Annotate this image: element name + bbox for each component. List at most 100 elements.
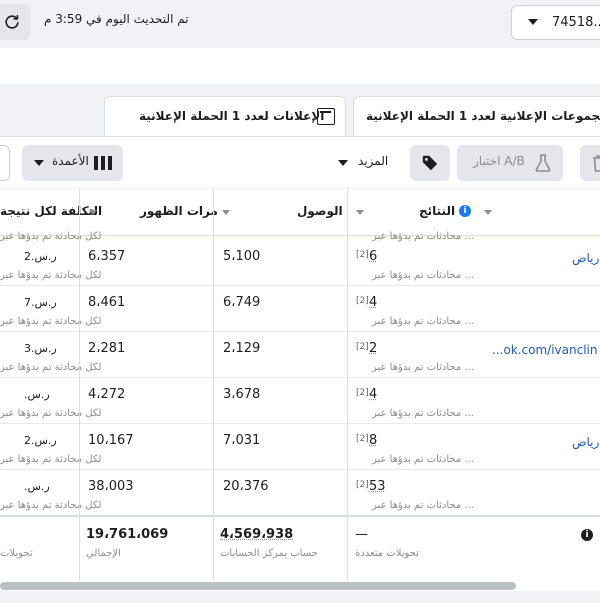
reach-value: 2،129 <box>223 341 261 356</box>
info-icon[interactable]: i <box>459 205 471 217</box>
trash-icon <box>593 155 600 172</box>
reach-value: 5،100 <box>223 249 261 264</box>
reach-total[interactable]: 4،569،938 <box>220 527 293 542</box>
table-header: التكلفة لكل نتيجة مرات الظهور الوصول الن… <box>0 189 600 236</box>
column-header-impressions[interactable]: مرات الظهور <box>140 204 218 218</box>
column-header-cost[interactable]: التكلفة لكل نتيجة <box>0 204 102 218</box>
cost-subtext: لكل محادثة تم بدؤها عبر <box>0 316 102 327</box>
top-bar: تم التحديث اليوم في 3:59 م 74518... <box>0 0 600 44</box>
cost-value: ر.س.‏ <box>24 480 50 493</box>
flask-icon <box>535 154 551 172</box>
cost-value: ر.س.‏ <box>24 388 50 401</box>
table-footer-totals: تحويلات 19،761،069 الإجمالي 4،569،938 حس… <box>0 515 600 579</box>
column-header-reach[interactable]: الوصول <box>297 204 343 218</box>
ad-icon <box>317 108 335 125</box>
impressions-value: 4،272 <box>88 387 126 402</box>
delete-button[interactable] <box>580 145 600 181</box>
columns-label: الأعمدة <box>52 154 89 168</box>
impressions-value: 8،461 <box>88 295 126 310</box>
tab-ad-sets[interactable]: المجموعات الإعلانية لعدد 1 الحملة الإعلا… <box>353 96 600 136</box>
sort-caret-icon[interactable] <box>356 210 364 215</box>
cost-value: ر.س.‏2 <box>24 434 57 447</box>
cost-value: ر.س.‏2 <box>24 250 57 263</box>
results-subtext: محادثات تم بدؤها عبر ... <box>372 316 474 327</box>
cost-subtext: لكل محادثة تم بدؤها عبر <box>0 454 102 465</box>
reach-value: 6،749 <box>223 295 261 310</box>
reach-total-subtext: حساب بمركز الحسابات <box>220 548 318 559</box>
chevron-down-icon <box>528 19 538 25</box>
table-row[interactable]: رياض" [2] 6 محادثات تم بدؤها عبر ... 5،1… <box>0 240 600 286</box>
results-value[interactable]: 53 <box>369 479 386 494</box>
impressions-total: 19،761،069 <box>86 527 169 542</box>
cost-total-subtext: تحويلات <box>0 548 33 559</box>
cost-subtext: لكل محادثة تم بدؤها عبر <box>0 408 102 419</box>
ad-link[interactable]: ...ok.com/ivanclin <box>492 343 598 357</box>
results-value[interactable]: 2 <box>369 341 377 356</box>
table-row[interactable]: [2] 53 محادثات تم بدؤها عبر ... 20،376 3… <box>0 470 600 516</box>
table-row[interactable]: [2] 4 محادثات تم بدؤها عبر ... 6،749 8،4… <box>0 286 600 332</box>
ad-link[interactable]: رياض" <box>572 251 600 265</box>
ads-manager-page: تم التحديث اليوم في 3:59 م 74518... الإع… <box>0 0 600 603</box>
results-subtext: محادثات تم بدؤها عبر ... <box>372 270 474 281</box>
ab-test-button[interactable]: اختبار A/B <box>457 145 563 181</box>
tab-ad-sets-label: المجموعات الإعلانية لعدد 1 الحملة الإعلا… <box>366 109 600 123</box>
more-label: المزيد <box>358 154 389 168</box>
table-row[interactable]: [2] 4 محادثات تم بدؤها عبر ... 3،678 4،2… <box>0 378 600 424</box>
impressions-total-subtext: الإجمالي <box>86 548 121 559</box>
table-toolbar: الأعمدة المزيد اختبار A/B <box>0 136 600 188</box>
results-value[interactable]: 6 <box>369 249 377 264</box>
edge-button[interactable] <box>0 145 10 181</box>
refresh-button[interactable] <box>0 4 30 40</box>
footnote-marker: [2] <box>356 296 369 306</box>
results-value[interactable]: 4 <box>369 295 377 310</box>
columns-button[interactable]: الأعمدة <box>22 145 123 181</box>
footnote-marker: [2] <box>356 388 369 398</box>
cost-subtext: لكل محادثة تم بدؤها عبر <box>0 270 102 281</box>
sort-caret-icon[interactable] <box>484 210 492 215</box>
columns-icon <box>94 156 112 170</box>
tab-ads[interactable]: الإعلانات لعدد 1 الحملة الإعلانية <box>104 96 346 136</box>
results-total: — <box>355 527 368 542</box>
chevron-down-icon <box>338 160 348 166</box>
ad-account-value: 74518... <box>552 15 600 30</box>
cost-value: ر.س.‏7 <box>24 296 57 309</box>
filter-bar <box>0 48 600 84</box>
results-value[interactable]: 4 <box>369 387 377 402</box>
ad-account-select[interactable]: 74518... <box>511 5 600 40</box>
last-updated-text: تم التحديث اليوم في 3:59 م <box>44 12 189 26</box>
cost-value: ر.س.‏3 <box>24 342 57 355</box>
table-row[interactable]: رياض" [2] 8 محادثات تم بدؤها عبر ... 7،0… <box>0 424 600 470</box>
sort-caret-icon[interactable] <box>222 210 230 215</box>
results-subtext: محادثات تم بدؤها عبر ... <box>372 408 474 419</box>
impressions-value: 38،003 <box>88 479 134 494</box>
refresh-icon <box>5 14 19 29</box>
more-dropdown[interactable]: المزيد <box>334 145 394 181</box>
results-subtext: محادثات تم بدؤها عبر ... <box>372 362 474 373</box>
footnote-marker: [2] <box>356 342 369 352</box>
horizontal-scrollbar-thumb[interactable] <box>0 582 516 590</box>
ad-link[interactable]: رياض" <box>572 435 600 449</box>
column-divider <box>347 517 348 579</box>
cost-subtext: لكل محادثة تم بدؤها عبر <box>0 500 102 511</box>
ab-test-label: اختبار A/B <box>473 154 525 168</box>
bottom-band <box>0 591 600 603</box>
results-total-subtext: تحويلات متعددة <box>355 548 419 559</box>
reach-value: 20،376 <box>223 479 269 494</box>
reach-value: 7،031 <box>223 433 261 448</box>
chevron-down-icon <box>34 160 44 166</box>
column-header-results[interactable]: النتائج <box>419 204 455 218</box>
impressions-value: 10،167 <box>88 433 134 448</box>
info-icon[interactable]: i <box>581 529 593 541</box>
footnote-marker: [2] <box>356 480 369 490</box>
results-subtext: محادثات تم بدؤها عبر ... <box>372 500 474 511</box>
tab-ads-label: الإعلانات لعدد 1 الحملة الإعلانية <box>139 109 325 123</box>
impressions-value: 2،281 <box>88 341 126 356</box>
tag-button[interactable] <box>410 145 450 181</box>
column-divider <box>213 517 214 579</box>
sort-caret-icon[interactable] <box>89 210 97 215</box>
results-subtext: محادثات تم بدؤها عبر ... <box>372 454 474 465</box>
impressions-value: 6،357 <box>88 249 126 264</box>
tag-icon <box>422 155 438 171</box>
table-row[interactable]: ...ok.com/ivanclin [2] 2 محادثات تم بدؤه… <box>0 332 600 378</box>
results-value[interactable]: 8 <box>369 433 377 448</box>
